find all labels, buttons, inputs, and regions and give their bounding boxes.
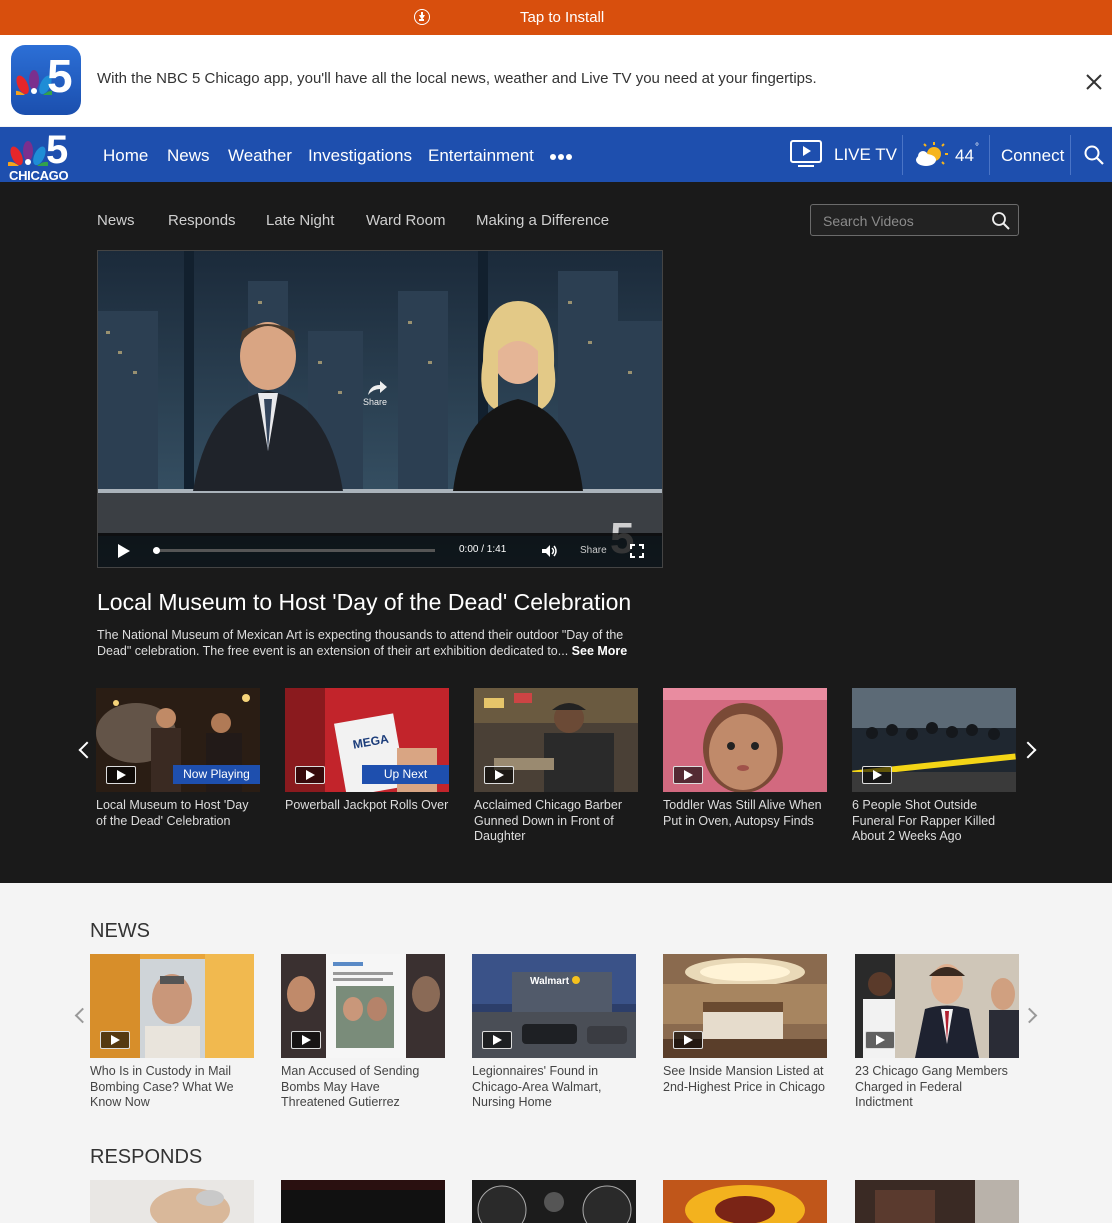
news-card-caption: Legionnaires' Found in Chicago-Area Walm… xyxy=(472,1064,602,1109)
more-icon[interactable] xyxy=(550,154,574,160)
now-playing-badge: Now Playing xyxy=(173,765,260,784)
responds-thumbnail xyxy=(472,1180,636,1223)
search-icon[interactable] xyxy=(991,211,1011,231)
progress-bar[interactable] xyxy=(153,547,435,554)
degree-symbol: ° xyxy=(975,142,979,153)
close-icon[interactable] xyxy=(1084,72,1104,92)
live-tv-label: LIVE TV xyxy=(834,145,897,164)
play-icon xyxy=(482,1031,512,1049)
share-icon xyxy=(368,381,387,395)
install-bar[interactable]: Tap to Install xyxy=(0,0,1112,35)
play-icon xyxy=(106,766,136,784)
play-icon xyxy=(673,766,703,784)
news-prev-icon[interactable] xyxy=(74,1007,91,1024)
main-nav: 5 CHICAGO Home News Weather Investigatio… xyxy=(0,127,1112,183)
carousel-next-icon[interactable] xyxy=(1019,741,1037,759)
nav-weather[interactable]: Weather xyxy=(228,146,292,166)
video-description: The National Museum of Mexican Art is ex… xyxy=(97,627,657,659)
video-card-caption: Powerball Jackpot Rolls Over xyxy=(285,798,449,812)
search-videos-input[interactable] xyxy=(823,211,983,231)
nav-home[interactable]: Home xyxy=(103,146,148,166)
play-icon[interactable] xyxy=(118,544,130,558)
news-section-title: NEWS xyxy=(90,920,150,942)
news-card-caption: 23 Chicago Gang Members Charged in Feder… xyxy=(855,1064,1008,1109)
responds-section-title: RESPONDS xyxy=(90,1146,203,1168)
subnav-ward-room[interactable]: Ward Room xyxy=(366,212,445,229)
progress-handle[interactable] xyxy=(153,547,160,554)
install-label[interactable]: Tap to Install xyxy=(520,9,604,26)
news-card-caption: See Inside Mansion Listed at 2nd-Highest… xyxy=(663,1064,825,1094)
logo-number: 5 xyxy=(46,128,69,172)
responds-thumbnail xyxy=(855,1180,1019,1223)
search-videos-box xyxy=(810,204,1019,236)
subnav-making-a-difference[interactable]: Making a Difference xyxy=(476,212,609,229)
video-card-caption: Toddler Was Still Alive When Put in Oven… xyxy=(663,798,822,828)
nav-entertainment[interactable]: Entertainment xyxy=(428,146,534,166)
play-icon xyxy=(291,1031,321,1049)
news-card-caption: Man Accused of Sending Bombs May Have Th… xyxy=(281,1064,420,1109)
video-frame: 5 xyxy=(98,251,662,567)
time-display: 0:00 / 1:41 xyxy=(459,544,507,555)
carousel-prev-icon[interactable] xyxy=(78,741,96,759)
responds-thumbnail xyxy=(281,1180,445,1223)
play-icon xyxy=(862,766,892,784)
play-icon xyxy=(100,1031,130,1049)
responds-thumbnail xyxy=(663,1180,827,1223)
app-icon-number: 5 xyxy=(47,50,73,102)
play-icon xyxy=(295,766,325,784)
app-icon: 5 xyxy=(11,45,81,115)
connect-link[interactable]: Connect xyxy=(1001,146,1064,166)
video-player[interactable]: 5 Share 0:00 / 1:41 Share xyxy=(97,250,663,568)
logo-city: CHICAGO xyxy=(9,168,69,183)
play-icon xyxy=(673,1031,703,1049)
app-banner: 5 With the NBC 5 Chicago app, you'll hav… xyxy=(0,35,1112,126)
video-card-caption: 6 People Shot Outside Funeral For Rapper… xyxy=(852,798,996,843)
peacock-icon xyxy=(8,141,48,166)
nav-news[interactable]: News xyxy=(167,146,210,166)
see-more-link[interactable]: See More xyxy=(572,644,628,658)
nav-investigations[interactable]: Investigations xyxy=(308,146,412,166)
search-icon[interactable] xyxy=(1083,144,1105,166)
download-icon xyxy=(414,9,430,25)
temperature: 44 xyxy=(955,146,974,165)
subnav-news[interactable]: News xyxy=(97,212,135,229)
app-banner-message: With the NBC 5 Chicago app, you'll have … xyxy=(97,70,817,87)
video-section: News Responds Late Night Ward Room Makin… xyxy=(0,182,1112,883)
subnav-responds[interactable]: Responds xyxy=(168,212,236,229)
site-logo[interactable]: 5 CHICAGO xyxy=(8,128,76,183)
player-controls: 0:00 / 1:41 Share xyxy=(98,533,662,567)
volume-icon[interactable] xyxy=(541,544,559,558)
news-card-caption: Who Is in Custody in Mail Bombing Case? … xyxy=(90,1064,234,1109)
up-next-badge: Up Next xyxy=(362,765,449,784)
share-overlay-button[interactable]: Share xyxy=(360,379,390,409)
news-next-icon[interactable] xyxy=(1021,1007,1038,1024)
subnav-late-night[interactable]: Late Night xyxy=(266,212,334,229)
share-overlay-label: Share xyxy=(362,397,388,407)
play-icon xyxy=(484,766,514,784)
partly-cloudy-icon xyxy=(916,142,948,166)
share-control[interactable]: Share xyxy=(580,545,607,556)
fullscreen-icon[interactable] xyxy=(630,544,644,558)
responds-thumbnail xyxy=(90,1180,254,1223)
video-description-text: The National Museum of Mexican Art is ex… xyxy=(97,628,624,658)
tv-icon xyxy=(790,140,822,163)
video-card-caption: Acclaimed Chicago Barber Gunned Down in … xyxy=(474,798,622,843)
video-card-caption: Local Museum to Host 'Day of the Dead' C… xyxy=(96,798,249,828)
play-icon xyxy=(865,1031,895,1049)
video-title: Local Museum to Host 'Day of the Dead' C… xyxy=(97,589,632,615)
walmart-text: Walmart xyxy=(530,976,570,987)
weather-widget[interactable]: 44 ° xyxy=(914,141,979,174)
